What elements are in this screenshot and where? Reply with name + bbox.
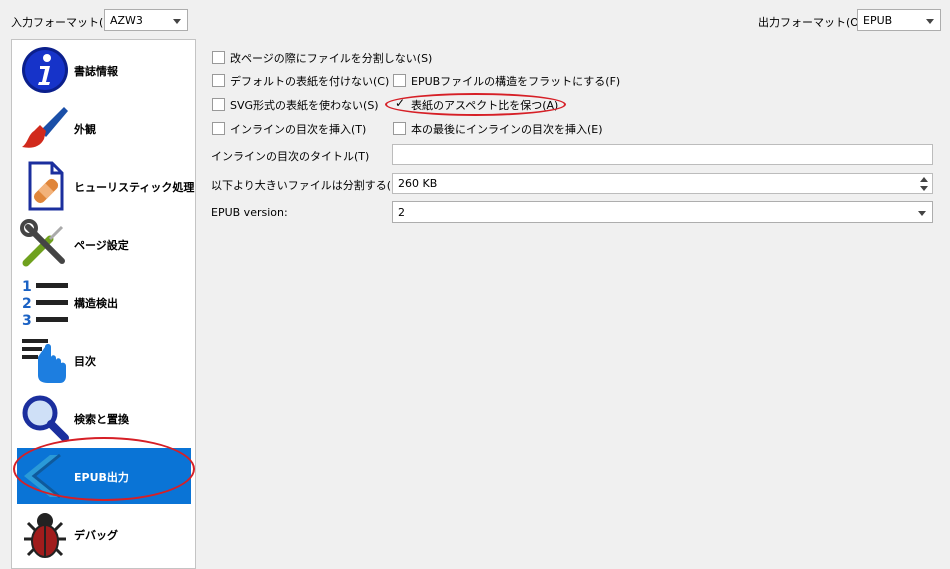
toc-pointer-icon xyxy=(22,339,66,383)
no-default-cover-checkbox[interactable] xyxy=(212,74,225,87)
split-size-spinbox[interactable]: 260 KB xyxy=(392,173,933,194)
no-split-page-breaks-checkbox[interactable] xyxy=(212,51,225,64)
no-svg-cover-checkbox[interactable] xyxy=(212,98,225,111)
flatten-structure-checkbox[interactable] xyxy=(393,74,406,87)
numbered-list-icon: 1 2 3 xyxy=(22,279,68,327)
insert-inline-toc-label: インラインの目次を挿入(T) xyxy=(230,123,367,136)
svg-text:3: 3 xyxy=(22,313,32,327)
no-split-page-breaks-label: 改ページの際にファイルを分割しない(S) xyxy=(230,52,433,65)
flatten-structure-label: EPUBファイルの構造をフラットにする(F) xyxy=(411,75,621,88)
highlight-oval-aspect-ratio xyxy=(385,93,566,116)
epub-version-value: 2 xyxy=(398,206,405,219)
split-size-value: 260 KB xyxy=(398,177,438,190)
sidebar-item-metadata[interactable]: 書誌情報 xyxy=(17,42,191,98)
toc-title-label: インラインの目次のタイトル(T) xyxy=(211,150,370,163)
chevron-down-icon xyxy=(920,186,928,191)
bug-icon xyxy=(24,513,66,558)
chevron-down-icon xyxy=(918,211,926,216)
input-format-label: 入力フォーマット(I): xyxy=(11,16,115,29)
sidebar-item-look-feel[interactable]: 外観 xyxy=(17,100,191,156)
epub-version-select[interactable]: 2 xyxy=(392,201,933,223)
chevron-down-icon xyxy=(926,19,934,24)
chevron-down-icon xyxy=(173,19,181,24)
toc-at-end-label: 本の最後にインラインの目次を挿入(E) xyxy=(411,123,603,136)
sidebar-item-debug[interactable]: デバッグ xyxy=(17,506,191,562)
output-format-label: 出力フォーマット(O): xyxy=(758,16,867,29)
info-icon xyxy=(22,47,68,93)
spin-up-button[interactable] xyxy=(917,175,931,184)
epub-version-label: EPUB version: xyxy=(211,206,288,219)
input-format-value: AZW3 xyxy=(110,14,143,27)
paintbrush-icon xyxy=(22,107,68,148)
toc-at-end-checkbox[interactable] xyxy=(393,122,406,135)
output-format-value: EPUB xyxy=(863,14,893,27)
spin-down-button[interactable] xyxy=(917,184,931,193)
document-bandage-icon xyxy=(28,161,64,211)
insert-inline-toc-checkbox[interactable] xyxy=(212,122,225,135)
highlight-oval-epub-output xyxy=(13,437,195,501)
sidebar-item-page-setup[interactable]: ページ設定 xyxy=(17,216,191,272)
no-default-cover-label: デフォルトの表紙を付けない(C) xyxy=(230,75,390,88)
no-svg-cover-label: SVG形式の表紙を使わない(S) xyxy=(230,99,379,112)
output-format-select[interactable]: EPUB xyxy=(857,9,941,31)
input-format-select[interactable]: AZW3 xyxy=(104,9,188,31)
split-size-label: 以下より大きいファイルは分割する(L): xyxy=(211,179,406,192)
sidebar-item-toc[interactable]: 目次 xyxy=(17,332,191,388)
sidebar-item-structure-detection[interactable]: 1 2 3 構造検出 xyxy=(17,274,191,330)
magnifier-icon xyxy=(22,395,69,442)
sidebar-item-heuristics[interactable]: ヒューリスティック処理 xyxy=(17,158,194,214)
svg-text:2: 2 xyxy=(22,296,32,312)
wrench-screwdriver-icon xyxy=(20,219,65,267)
toc-title-input[interactable] xyxy=(392,144,933,165)
chevron-up-icon xyxy=(920,177,928,182)
svg-text:1: 1 xyxy=(22,279,32,295)
